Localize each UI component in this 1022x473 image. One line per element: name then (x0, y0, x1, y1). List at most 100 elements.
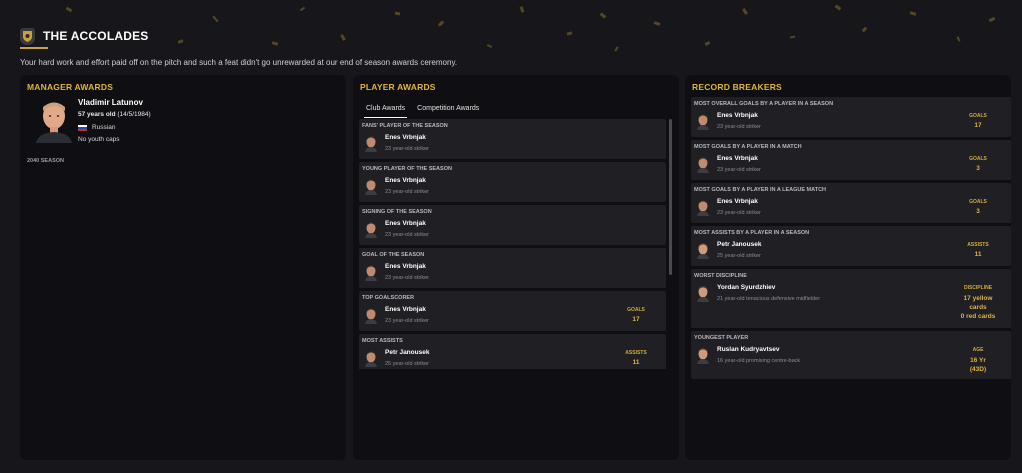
page-header: THE ACCOLADES (20, 26, 149, 46)
stat-value: 3 (976, 165, 980, 172)
player-description: 16 year-old promising centre-back (717, 358, 801, 364)
stat-value: 17 (632, 316, 640, 323)
russia-flag-icon (78, 124, 87, 131)
record-card[interactable]: WORST DISCIPLINE Yordan Syurdzhiev 21 ye… (691, 269, 1011, 328)
player-name[interactable]: Ruslan Kudryavtsev (717, 346, 780, 353)
stat-value: 16 Yr (43D) (969, 357, 987, 373)
stat-label: GOALS (969, 199, 987, 205)
club-crest-icon (20, 27, 35, 45)
award-card[interactable]: MOST ASSISTS Petr Janousek 25 year-old s… (359, 334, 666, 369)
award-title: SIGNING OF THE SEASON (362, 209, 432, 215)
record-title: YOUNGEST PLAYER (694, 335, 749, 341)
stat-label: GOALS (969, 156, 987, 162)
player-description: 25 year-old striker (717, 253, 762, 259)
panel-title: RECORD BREAKERS (692, 82, 782, 92)
player-description: 23 year-old striker (717, 210, 762, 216)
player-portrait (697, 286, 709, 302)
award-title: TOP GOALSCORER (362, 295, 415, 301)
player-name[interactable]: Enes Vrbnjak (717, 112, 758, 119)
stat-label: ASSISTS (625, 350, 647, 356)
player-portrait (365, 351, 377, 367)
awards-scrollbar[interactable] (669, 119, 672, 275)
player-name[interactable]: Yordan Syurdzhiev (717, 284, 775, 291)
awards-tabs: Club Awards Competition Awards (360, 100, 485, 118)
manager-awards-panel: MANAGER AWARDS Vladimir Latunov 57 years… (20, 75, 346, 460)
manager-nationality: Russian (78, 124, 115, 131)
player-name[interactable]: Petr Janousek (717, 241, 761, 248)
player-description: 23 year-old striker (717, 167, 762, 173)
manager-caps: No youth caps (78, 136, 120, 143)
stat-value: 17 yellow cards 0 red cards (960, 295, 996, 320)
record-card[interactable]: YOUNGEST PLAYER Ruslan Kudryavtsev 16 ye… (691, 331, 1011, 379)
player-portrait (697, 200, 709, 216)
tab-club-awards[interactable]: Club Awards (360, 100, 411, 118)
stat-value: 11 (632, 359, 640, 366)
player-awards-panel: PLAYER AWARDS Club Awards Competition Aw… (353, 75, 679, 460)
record-card[interactable]: MOST OVERALL GOALS BY A PLAYER IN A SEAS… (691, 97, 1011, 137)
manager-age: 57 years old (14/5/1984) (78, 111, 151, 118)
player-portrait (365, 136, 377, 152)
record-title: MOST GOALS BY A PLAYER IN A LEAGUE MATCH (694, 187, 827, 193)
record-breakers-panel: RECORD BREAKERS MOST OVERALL GOALS BY A … (685, 75, 1011, 460)
award-card[interactable]: GOAL OF THE SEASON Enes Vrbnjak 23 year-… (359, 248, 666, 288)
player-portrait (697, 348, 709, 364)
panel-title: PLAYER AWARDS (360, 82, 436, 92)
records-list: MOST OVERALL GOALS BY A PLAYER IN A SEAS… (691, 97, 1011, 382)
manager-portrait (36, 102, 72, 143)
page-subtitle: Your hard work and effort paid off on th… (20, 58, 458, 67)
award-card[interactable]: FANS' PLAYER OF THE SEASON Enes Vrbnjak … (359, 119, 666, 159)
stat-label: AGE (972, 347, 984, 353)
award-title: GOAL OF THE SEASON (362, 252, 425, 258)
player-description: 23 year-old striker (385, 232, 430, 238)
player-description: 25 year-old striker (385, 361, 430, 367)
stat-value: 11 (974, 251, 982, 258)
player-name[interactable]: Enes Vrbnjak (717, 155, 758, 162)
player-portrait (697, 157, 709, 173)
record-title: MOST GOALS BY A PLAYER IN A MATCH (694, 144, 802, 150)
player-description: 23 year-old striker (385, 318, 430, 324)
player-portrait (365, 179, 377, 195)
player-description: 23 year-old striker (385, 146, 430, 152)
record-card[interactable]: MOST GOALS BY A PLAYER IN A LEAGUE MATCH… (691, 183, 1011, 223)
record-title: MOST OVERALL GOALS BY A PLAYER IN A SEAS… (694, 101, 834, 107)
player-name[interactable]: Enes Vrbnjak (385, 263, 426, 270)
player-name[interactable]: Enes Vrbnjak (385, 306, 426, 313)
page-title: THE ACCOLADES (43, 29, 149, 43)
player-portrait (365, 308, 377, 324)
player-name[interactable]: Enes Vrbnjak (385, 220, 426, 227)
player-name[interactable]: Petr Janousek (385, 349, 429, 356)
stat-label: GOALS (627, 307, 645, 313)
player-name[interactable]: Enes Vrbnjak (385, 134, 426, 141)
record-title: WORST DISCIPLINE (694, 273, 747, 279)
player-description: 23 year-old striker (717, 124, 762, 130)
award-card[interactable]: TOP GOALSCORER Enes Vrbnjak 23 year-old … (359, 291, 666, 331)
award-title: YOUNG PLAYER OF THE SEASON (362, 166, 452, 172)
season-label: 2040 SEASON (27, 158, 64, 164)
stat-label: DISCIPLINE (963, 285, 993, 291)
award-card[interactable]: SIGNING OF THE SEASON Enes Vrbnjak 23 ye… (359, 205, 666, 245)
player-portrait (697, 114, 709, 130)
panel-title: MANAGER AWARDS (27, 82, 114, 92)
stat-label: GOALS (969, 113, 987, 119)
player-description: 23 year-old striker (385, 189, 430, 195)
player-portrait (365, 222, 377, 238)
stat-value: 17 (974, 122, 982, 129)
player-portrait (697, 243, 709, 259)
player-description: 23 year-old striker (385, 275, 430, 281)
award-title: FANS' PLAYER OF THE SEASON (362, 123, 448, 129)
awards-list[interactable]: FANS' PLAYER OF THE SEASON Enes Vrbnjak … (359, 119, 666, 369)
player-portrait (365, 265, 377, 281)
award-card[interactable]: YOUNG PLAYER OF THE SEASON Enes Vrbnjak … (359, 162, 666, 202)
player-description: 21 year-old tenacious defensive midfield… (717, 296, 821, 302)
player-name[interactable]: Enes Vrbnjak (717, 198, 758, 205)
stat-value: 3 (976, 208, 980, 215)
record-title: MOST ASSISTS BY A PLAYER IN A SEASON (694, 230, 810, 236)
title-underline (20, 47, 48, 49)
record-card[interactable]: MOST GOALS BY A PLAYER IN A MATCH Enes V… (691, 140, 1011, 180)
player-name[interactable]: Enes Vrbnjak (385, 177, 426, 184)
stat-label: ASSISTS (967, 242, 989, 248)
record-card[interactable]: MOST ASSISTS BY A PLAYER IN A SEASON Pet… (691, 226, 1011, 266)
tab-competition-awards[interactable]: Competition Awards (411, 100, 485, 118)
award-title: MOST ASSISTS (362, 338, 403, 344)
manager-name: Vladimir Latunov (78, 98, 143, 107)
